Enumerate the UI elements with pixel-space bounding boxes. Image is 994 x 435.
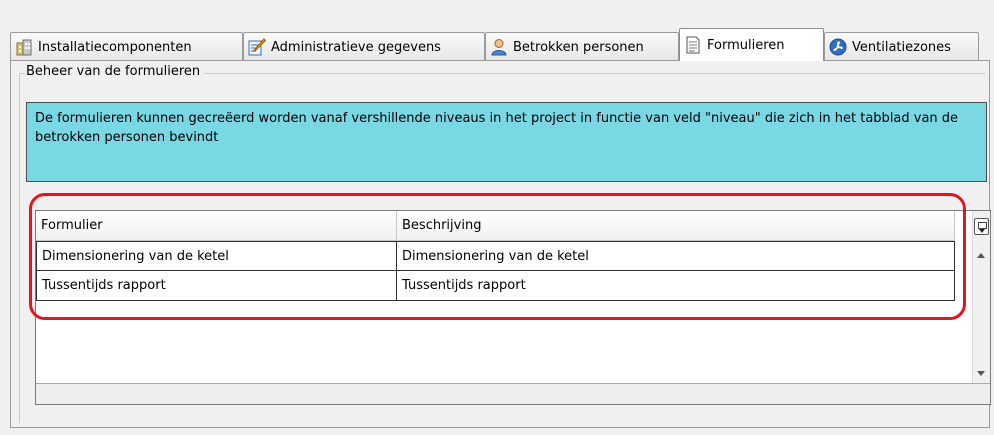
info-banner: De formulieren kunnen gecreëerd worden v… <box>26 102 987 182</box>
tab-ventilatiezones[interactable]: Ventilatiezones <box>824 32 979 61</box>
forms-grid: Formulier Beschrijving Dimensionering va… <box>35 210 991 405</box>
tab-betrokken-personen[interactable]: Betrokken personen <box>485 32 679 61</box>
document-icon <box>684 36 702 54</box>
tab-administratieve-gegevens[interactable]: Administratieve gegevens <box>243 32 485 61</box>
group-title: Beheer van de formulieren <box>25 64 205 79</box>
form-pencil-icon <box>248 38 267 56</box>
tab-strip: Installatiecomponenten Administratieve g… <box>10 28 990 61</box>
tab-installatiecomponenten[interactable]: Installatiecomponenten <box>10 32 243 61</box>
grid-header: Formulier Beschrijving <box>36 211 955 241</box>
table-row[interactable]: Tussentijds rapport Tussentijds rapport <box>36 271 955 301</box>
tab-label: Installatiecomponenten <box>38 39 192 55</box>
column-header-formulier[interactable]: Formulier <box>36 211 397 241</box>
building-icon <box>15 38 33 56</box>
cell-beschrijving[interactable]: Tussentijds rapport <box>397 271 955 301</box>
grid-viewport: Formulier Beschrijving Dimensionering va… <box>36 211 975 386</box>
cell-formulier[interactable]: Dimensionering van de ketel <box>36 241 397 271</box>
person-icon <box>490 38 508 56</box>
cell-beschrijving[interactable]: Dimensionering van de ketel <box>397 241 955 271</box>
tab-label: Ventilatiezones <box>852 39 951 55</box>
cell-formulier[interactable]: Tussentijds rapport <box>36 271 397 301</box>
scroll-up-icon[interactable] <box>977 253 985 258</box>
column-chooser-icon[interactable] <box>974 218 989 235</box>
tab-label: Betrokken personen <box>513 39 644 55</box>
grid-footer <box>36 383 990 404</box>
tab-label: Formulieren <box>707 37 785 53</box>
tab-label: Administratieve gegevens <box>271 39 441 55</box>
column-header-beschrijving[interactable]: Beschrijving <box>397 211 955 241</box>
fan-icon <box>829 38 847 56</box>
formulieren-panel: Beheer van de formulieren De formulieren… <box>10 60 991 428</box>
table-row[interactable]: Dimensionering van de ketel Dimensioneri… <box>36 241 955 271</box>
tab-formulieren[interactable]: Formulieren <box>679 28 824 61</box>
vertical-scrollbar[interactable] <box>972 211 990 386</box>
scroll-down-icon[interactable] <box>977 371 985 376</box>
